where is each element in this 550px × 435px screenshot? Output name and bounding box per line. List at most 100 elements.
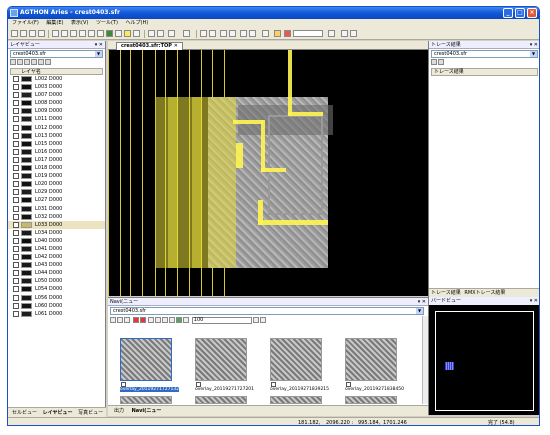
layer-row[interactable]: L017 D000 xyxy=(8,156,105,164)
marker-a-icon[interactable] xyxy=(132,317,139,323)
thumbnail[interactable]: overlay_20119271727132 xyxy=(120,338,180,392)
layer-visibility-checkbox[interactable] xyxy=(13,84,19,91)
menu-help[interactable]: ヘルプ(H) xyxy=(126,20,149,26)
grid-icon[interactable] xyxy=(124,317,130,323)
layer-row[interactable]: L003 D000 xyxy=(8,83,105,91)
layer-row[interactable]: L018 D000 xyxy=(8,164,105,172)
trace-icon[interactable] xyxy=(220,30,227,37)
zoom-in-icon[interactable] xyxy=(148,30,155,37)
tab-trace-result[interactable]: トレース結果 xyxy=(431,290,461,296)
chevron-down-icon[interactable]: ▼ xyxy=(416,308,423,314)
copy-icon[interactable] xyxy=(79,30,86,37)
file-select[interactable]: crest0403.sfr ▼ xyxy=(431,50,538,58)
save-icon[interactable] xyxy=(117,317,123,323)
tab-output[interactable]: 出力 xyxy=(114,408,124,414)
minimize-button[interactable]: _ xyxy=(503,8,513,18)
layer-color-swatch[interactable] xyxy=(21,116,32,123)
thumbnail-image[interactable] xyxy=(195,338,247,381)
color-icon[interactable] xyxy=(262,30,269,37)
tab-rmx-trace-result[interactable]: RMXトレース結果 xyxy=(464,290,505,296)
new-icon[interactable] xyxy=(11,30,18,37)
menu-view[interactable]: 表示(V) xyxy=(71,20,88,26)
marker-icon[interactable] xyxy=(183,30,190,37)
layer-row[interactable]: L032 D000 xyxy=(8,213,105,221)
highlight-icon[interactable] xyxy=(124,30,131,37)
thumbnail[interactable]: overlay_20119271838450 xyxy=(345,338,404,392)
opacity-slider[interactable] xyxy=(293,30,323,37)
menu-edit[interactable]: 編集(E) xyxy=(46,20,63,26)
layer-color-swatch[interactable] xyxy=(21,302,32,309)
layer-visibility-checkbox[interactable] xyxy=(13,254,19,261)
layer-icon[interactable] xyxy=(106,30,113,37)
open-icon[interactable] xyxy=(10,59,16,65)
layer-visibility-checkbox[interactable] xyxy=(13,124,19,131)
layer-visibility-checkbox[interactable] xyxy=(13,148,19,155)
zoom-out-icon[interactable] xyxy=(157,30,164,37)
thumbnail-image[interactable] xyxy=(345,396,397,404)
layer-visibility-checkbox[interactable] xyxy=(13,270,19,277)
panel-close-icon[interactable]: ▾ ✕ xyxy=(530,41,538,49)
layer-color-swatch[interactable] xyxy=(21,221,32,228)
tab-photo-view[interactable]: 写真ビュー xyxy=(78,410,103,416)
open-icon[interactable] xyxy=(110,317,116,323)
layer-row[interactable]: L042 D000 xyxy=(8,253,105,261)
layer-row[interactable]: L019 D000 xyxy=(8,172,105,180)
layer-color-swatch[interactable] xyxy=(21,140,32,147)
layer-color-swatch[interactable] xyxy=(21,189,32,196)
layer-row[interactable]: L008 D000 xyxy=(8,99,105,107)
layer-visibility-checkbox[interactable] xyxy=(13,245,19,252)
layer-visibility-checkbox[interactable] xyxy=(13,294,19,301)
pointer-icon[interactable] xyxy=(168,30,175,37)
add-icon[interactable] xyxy=(139,317,146,323)
select-icon[interactable] xyxy=(115,30,122,37)
layer-visibility-checkbox[interactable] xyxy=(13,221,19,228)
maximize-button[interactable]: □ xyxy=(515,8,525,18)
undo-icon[interactable] xyxy=(38,30,45,37)
layer-row[interactable]: L011 D000 xyxy=(8,115,105,123)
layer-row[interactable]: L033 D000 xyxy=(8,220,105,229)
layer-visibility-checkbox[interactable] xyxy=(13,92,19,99)
layer-row[interactable]: L009 D000 xyxy=(8,107,105,115)
layer-color-swatch[interactable] xyxy=(21,213,32,220)
layer-color-swatch[interactable] xyxy=(21,181,32,188)
layer-color-swatch[interactable] xyxy=(21,270,32,277)
save-icon[interactable] xyxy=(29,30,36,37)
layer-row[interactable]: L056 D000 xyxy=(8,294,105,302)
tab-navi-view[interactable]: Navi(ニュー xyxy=(132,408,162,414)
menu-tools[interactable]: ツール(T) xyxy=(96,20,118,26)
layer-row[interactable]: L040 D000 xyxy=(8,237,105,245)
folder-icon[interactable] xyxy=(274,30,281,37)
layer-row[interactable]: L061 D000 xyxy=(8,310,105,318)
layer-row[interactable]: L020 D000 xyxy=(8,180,105,188)
edit-icon[interactable] xyxy=(249,30,256,37)
layer-row[interactable]: L034 D000 xyxy=(8,229,105,237)
refresh-icon[interactable] xyxy=(431,59,437,65)
layer-row[interactable]: L044 D000 xyxy=(8,269,105,277)
layer-color-swatch[interactable] xyxy=(21,148,32,155)
overview-frame[interactable] xyxy=(435,311,534,411)
thumbnail[interactable]: overlay_20119271727201 xyxy=(195,338,254,392)
layer-color-swatch[interactable] xyxy=(21,124,32,131)
layer-visibility-checkbox[interactable] xyxy=(13,189,19,196)
layer-row[interactable]: L031 D000 xyxy=(8,205,105,213)
layer-color-swatch[interactable] xyxy=(21,205,32,212)
hide-icon[interactable] xyxy=(38,59,44,65)
layer-color-swatch[interactable] xyxy=(21,278,32,285)
help-icon[interactable] xyxy=(61,30,68,37)
thumbnail-image[interactable] xyxy=(345,338,397,381)
thumbnail-image[interactable] xyxy=(120,338,172,381)
stop-icon[interactable] xyxy=(284,30,291,37)
layer-visibility-checkbox[interactable] xyxy=(13,286,19,293)
tab-layer-view[interactable]: レイヤビュー xyxy=(43,410,73,416)
file-select[interactable]: crest0403.sfr ▼ xyxy=(10,50,103,58)
layer-visibility-checkbox[interactable] xyxy=(13,302,19,309)
layer-visibility-checkbox[interactable] xyxy=(13,205,19,212)
route-icon[interactable] xyxy=(229,30,236,37)
image-icon[interactable] xyxy=(133,30,140,37)
thumbnail-image[interactable] xyxy=(195,396,247,404)
layer-visibility-checkbox[interactable] xyxy=(13,262,19,269)
thumbnail-image[interactable] xyxy=(120,396,172,404)
layer-visibility-checkbox[interactable] xyxy=(13,140,19,147)
layer-visibility-checkbox[interactable] xyxy=(13,116,19,123)
delete-icon[interactable] xyxy=(438,59,444,65)
